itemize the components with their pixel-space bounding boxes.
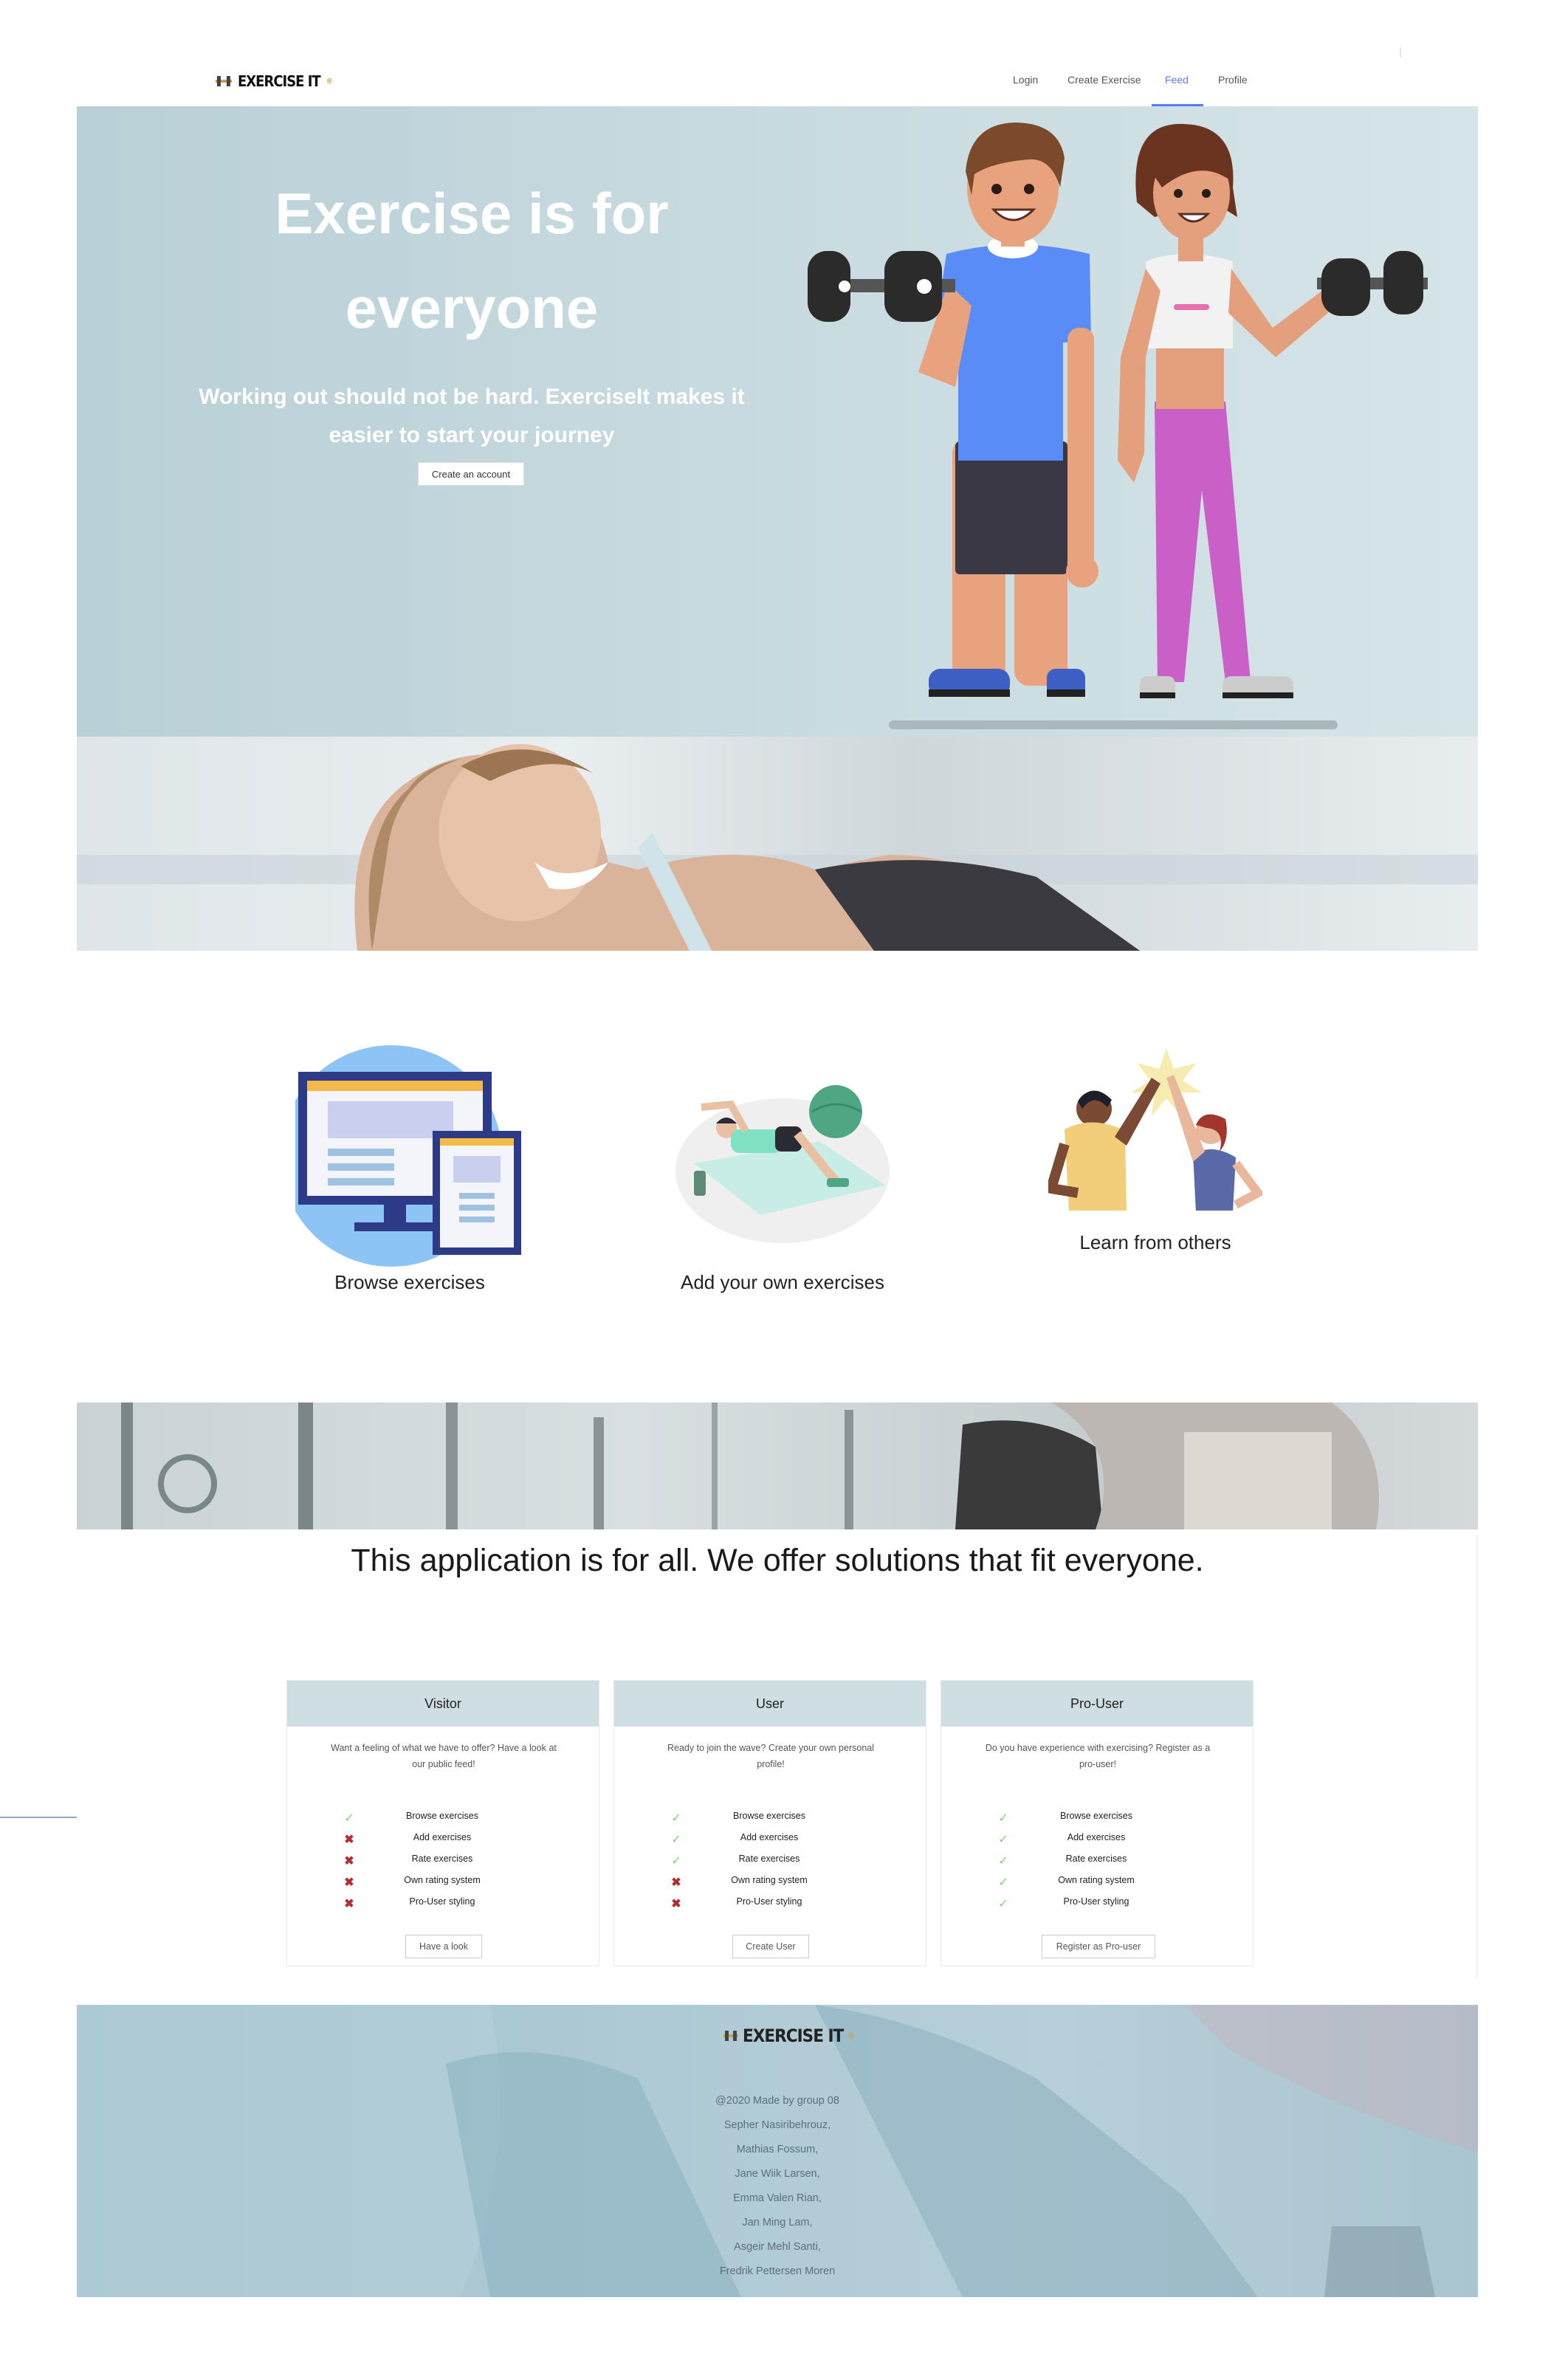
credit-line: Mathias Fossum, xyxy=(736,2144,819,2155)
monitor-tablet-icon xyxy=(281,1045,521,1267)
plan-feature: ✖ Own rating system xyxy=(331,1875,553,1890)
dumbbell-icon xyxy=(723,2030,738,2042)
right-edge-divider xyxy=(1476,1535,1478,1978)
plan-title: Visitor xyxy=(287,1681,599,1727)
plan-feature: ✓ Browse exercises xyxy=(659,1811,880,1825)
plan-feature: ✓ Pro-User styling xyxy=(986,1896,1207,1911)
register-pro-user-button[interactable]: Register as Pro-user xyxy=(1042,1935,1155,1958)
credit-line: Fredrik Pettersen Moren xyxy=(719,2265,836,2277)
nav-divider xyxy=(1400,47,1401,58)
plan-feature: ✓ Add exercises xyxy=(986,1832,1207,1847)
footer-brand-mark: ® xyxy=(847,2031,855,2041)
create-user-button[interactable]: Create User xyxy=(732,1935,809,1958)
plan-feature: ✖ Add exercises xyxy=(331,1832,553,1847)
nav-profile[interactable]: Profile xyxy=(1218,74,1248,86)
plan-feature: ✓ Browse exercises xyxy=(331,1811,553,1825)
tagline: This application is for all. We offer so… xyxy=(351,1543,1204,1578)
nav-create-exercise[interactable]: Create Exercise xyxy=(1067,74,1141,86)
high-five-icon xyxy=(1045,1048,1265,1212)
plan-feature: ✖ Pro-User styling xyxy=(659,1896,880,1911)
feature-browse-label: Browse exercises xyxy=(334,1271,485,1293)
woman-workout-photo xyxy=(77,737,1478,951)
plan-description-line1: Ready to join the wave? Create your own … xyxy=(667,1743,875,1753)
footer-logo[interactable]: EXERCISE IT ® xyxy=(723,2025,855,2046)
plan-card-visitor: Visitor Want a feeling of what we have t… xyxy=(286,1680,599,1966)
credit-line: Jan Ming Lam, xyxy=(742,2217,813,2228)
credit-line: @2020 Made by group 08 xyxy=(715,2095,839,2107)
plan-feature: ✓ Rate exercises xyxy=(986,1854,1207,1868)
plan-description: Do you have experience with exercising? … xyxy=(963,1740,1232,1772)
plan-description: Ready to join the wave? Create your own … xyxy=(636,1740,905,1772)
plan-description-line2: our public feed! xyxy=(412,1759,475,1769)
hero-subtitle-line1: Working out should not be hard. Exercise… xyxy=(199,385,745,409)
nav-feed[interactable]: Feed xyxy=(1165,74,1189,86)
hero-title: Exercise is for everyone xyxy=(77,166,867,355)
plan-feature: ✖ Own rating system xyxy=(659,1875,880,1890)
credit-line: Sepher Nasiribehrouz, xyxy=(723,2119,831,2131)
learn-illustration xyxy=(1045,1048,1265,1212)
plan-description-line1: Do you have experience with exercising? … xyxy=(985,1743,1211,1753)
hero-subtitle-line2: easier to start your journey xyxy=(329,423,615,447)
feature-add-label: Add your own exercises xyxy=(680,1271,885,1293)
yoga-mat-icon xyxy=(675,1085,890,1243)
plan-description-line1: Want a feeling of what we have to offer?… xyxy=(331,1743,557,1753)
feature-learn-label: Learn from others xyxy=(1079,1231,1231,1253)
brand-logo[interactable]: EXERCISE IT ® xyxy=(216,72,333,90)
credit-line: Jane Wiik Larsen, xyxy=(735,2168,820,2180)
footer-credits: @2020 Made by group 08 Sepher Nasiribehr… xyxy=(77,2089,1478,2284)
plan-feature: ✓ Browse exercises xyxy=(986,1811,1207,1825)
left-edge-divider xyxy=(0,1817,77,1818)
hero-title-line2: everyone xyxy=(345,275,599,340)
nav-login[interactable]: Login xyxy=(1013,74,1038,86)
plan-card-user: User Ready to join the wave? Create your… xyxy=(613,1680,926,1966)
plan-feature: ✖ Rate exercises xyxy=(331,1854,553,1868)
brand-mark: ® xyxy=(326,77,333,86)
create-account-button[interactable]: Create an account xyxy=(418,462,524,486)
gym-photo xyxy=(77,1402,1478,1529)
footer-brand-name: EXERCISE IT xyxy=(743,2025,844,2046)
credit-line: Asgeir Mehl Santi, xyxy=(734,2241,821,2253)
plan-description-line2: profile! xyxy=(757,1759,785,1769)
top-navbar xyxy=(0,0,1568,106)
plan-feature: ✓ Own rating system xyxy=(986,1875,1207,1890)
hero-subtitle: Working out should not be hard. Exercise… xyxy=(77,378,867,455)
credit-line: Emma Valen Rian, xyxy=(733,2192,822,2204)
hero-title-line1: Exercise is for xyxy=(275,181,669,246)
plan-feature: ✖ Pro-User styling xyxy=(331,1896,553,1911)
plan-feature: ✓ Add exercises xyxy=(659,1832,880,1847)
plan-title: Pro-User xyxy=(941,1681,1253,1727)
brand-name: EXERCISE IT xyxy=(238,72,321,90)
plan-description: Want a feeling of what we have to offer?… xyxy=(309,1740,578,1772)
dumbbell-icon xyxy=(216,75,232,88)
add-exercise-illustration xyxy=(672,1082,893,1245)
plan-description-line2: pro-user! xyxy=(1079,1759,1117,1769)
plan-title: User xyxy=(614,1681,926,1727)
plan-card-pro-user: Pro-User Do you have experience with exe… xyxy=(941,1680,1254,1966)
browse-illustration xyxy=(281,1045,524,1267)
have-a-look-button[interactable]: Have a look xyxy=(405,1935,482,1958)
plan-feature: ✓ Rate exercises xyxy=(659,1854,880,1868)
